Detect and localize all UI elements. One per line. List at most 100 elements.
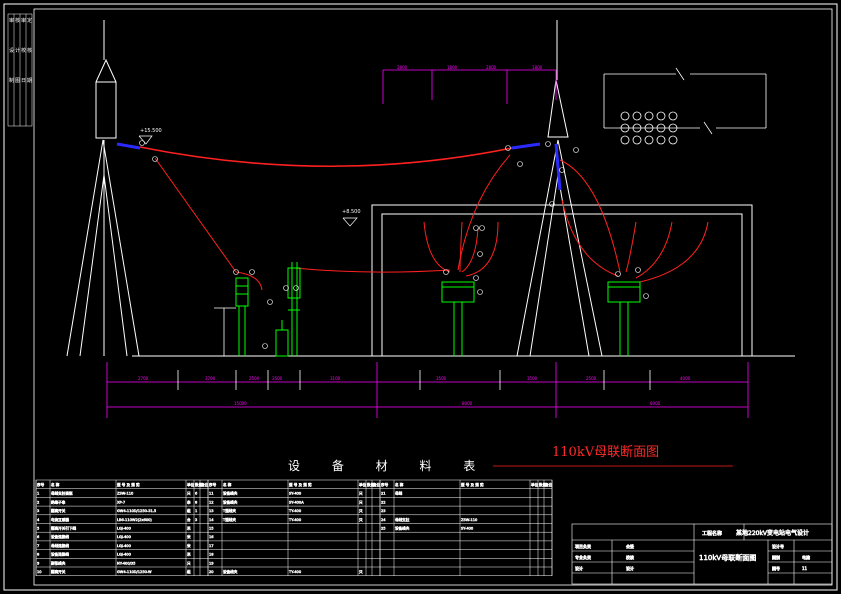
title-block-role: 校核 <box>626 554 634 560</box>
table-cell: 17 <box>209 544 214 548</box>
inner-frame <box>33 8 833 586</box>
left-strip-char: 制 <box>9 77 14 84</box>
bottom-dimension-value: 2500 <box>586 376 597 381</box>
table-cell: 设备线夹 <box>223 499 238 504</box>
section-title: 110kV母联断面图 <box>552 445 660 460</box>
table-cell: 5 <box>37 527 39 531</box>
bottom-total-dimension-value: 15000 <box>234 401 247 406</box>
top-dimension-value: 2800 <box>397 65 408 70</box>
top-dimension-value: 1800 <box>447 65 458 70</box>
title-block-role: 设计 <box>626 565 634 571</box>
table-cell: 设备线夹 <box>395 526 410 531</box>
table-cell: 3 <box>37 509 39 513</box>
table-cell: LB6-110W2(2x600) <box>117 518 152 522</box>
bottom-dimension-value: 4000 <box>680 376 691 381</box>
table-cell: 10 <box>37 570 42 574</box>
materials-table-title: 设 备 材 料 表 <box>288 459 490 473</box>
bottom-total-dimension-value: 8000 <box>462 401 473 406</box>
title-block-role: 设计 <box>575 565 583 571</box>
table-cell: 19 <box>209 561 214 565</box>
left-strip-char: 计 <box>15 47 20 54</box>
table-cell: 只 <box>187 561 191 565</box>
table-header: 名 称 <box>395 482 404 487</box>
callout-marker <box>643 293 649 299</box>
title-block-role: 会签 <box>626 543 634 549</box>
table-cell: 2 <box>37 500 39 504</box>
table-cell: 只 <box>359 518 363 522</box>
table-cell: 母线支柱瓷瓶 <box>51 491 73 496</box>
table-cell: 12 <box>209 500 214 504</box>
top-dimension-line <box>382 69 557 104</box>
table-cell: 米 <box>187 526 191 531</box>
bottom-dimension-lines <box>106 362 749 418</box>
table-cell: 4 <box>37 518 40 522</box>
table-cell: 设备连接线 <box>51 552 69 557</box>
title-block-company: 工程名称 <box>702 530 722 537</box>
left-strip-char: 日 <box>21 78 26 84</box>
table-cell: ZSW-110 <box>461 518 478 522</box>
callout-marker <box>479 225 485 231</box>
left-strip-char: 审 <box>9 17 14 24</box>
bottom-dimension-value: 3100 <box>330 376 341 381</box>
table-header: 备注 <box>545 482 553 487</box>
table-cell: 隔离开关 <box>51 508 66 513</box>
table-cell: 8 <box>37 553 40 557</box>
left-gantry <box>66 20 140 357</box>
table-cell: 9 <box>37 561 40 565</box>
table-header: 名 称 <box>51 482 60 487</box>
table-cell: 18 <box>209 553 214 557</box>
drawing-canvas: 审核审定设计校核制图日期 +15.500 +8.500 2800 1800 28… <box>3 3 838 591</box>
table-cell: 21 <box>381 492 386 496</box>
table-cell: NY-400/35 <box>117 561 135 565</box>
bus-support-left <box>441 281 475 356</box>
table-cell: T型线夹 <box>222 508 236 513</box>
table-cell: 母线 <box>395 491 403 496</box>
left-strip-char: 审 <box>21 17 26 24</box>
table-cell: 只 <box>359 500 363 504</box>
table-cell: SY-400 <box>461 527 474 531</box>
table-cell: 设备线夹 <box>223 491 238 496</box>
table-cell: XP-7 <box>117 500 125 504</box>
title-block-role: 项目负责 <box>575 543 591 549</box>
table-cell: 15 <box>209 527 214 531</box>
table-cell: TY-400 <box>288 509 302 513</box>
table-cell: 23 <box>381 509 386 513</box>
table-header: 名 称 <box>223 482 232 487</box>
bottom-dimension-labels: 2700 3700 2500 3500 3100 3500 3500 2500 4000 1500… <box>138 376 691 406</box>
title-block-field: 图号 <box>772 565 780 571</box>
title-block-field: 设计号 <box>772 543 784 549</box>
drop-conductors <box>154 154 709 291</box>
bottom-dimension-value: 2700 <box>138 376 149 381</box>
table-cell: LGJ-400 <box>117 535 132 539</box>
table-cell: 24 <box>381 518 386 522</box>
table-header: 序号 <box>381 482 389 487</box>
table-cell: LGJ-400 <box>117 553 132 557</box>
table-cell: 7 <box>37 544 39 548</box>
top-dimension-value: 1800 <box>532 65 543 70</box>
callout-marker <box>139 140 145 146</box>
left-strip-char: 设 <box>9 47 14 54</box>
bottom-dimension-value: 2500 <box>249 376 260 381</box>
title-block-field-value: 11 <box>802 566 808 571</box>
callout-marker <box>635 267 641 273</box>
table-header: 单位 <box>531 482 539 487</box>
bottom-dimension-value: 3500 <box>272 376 283 381</box>
table-cell: 电流互感器 <box>51 517 69 522</box>
table-cell: 22 <box>381 500 386 504</box>
table-header: 备注 <box>373 482 381 487</box>
table-cell: 1 <box>195 509 197 513</box>
table-cell: GW4-110D/1250-31.5 <box>117 509 156 513</box>
callout-marker <box>517 161 523 167</box>
callout-marker <box>545 141 551 147</box>
table-cell: 米 <box>187 543 191 548</box>
table-cell: 隔离开关 <box>51 569 66 574</box>
callout-marker <box>477 251 483 257</box>
title-block: 工程名称 某地220kV变电站电气设计 110kV母联断面图 项目负责 会签专业负责 校核… <box>571 523 833 585</box>
callout-marker <box>573 147 579 153</box>
bottom-total-dimension-value: 8000 <box>650 401 661 406</box>
materials-table: 序号名 称型 号 及 规 范单位 数量备注1 母线支柱瓷瓶 ZSW-110 只 62 绝缘子… <box>35 479 553 576</box>
callout-marker <box>473 275 479 281</box>
bus-support-right <box>607 281 641 356</box>
table-header: 型 号 及 规 范 <box>289 482 312 487</box>
main-conductor <box>139 146 513 168</box>
